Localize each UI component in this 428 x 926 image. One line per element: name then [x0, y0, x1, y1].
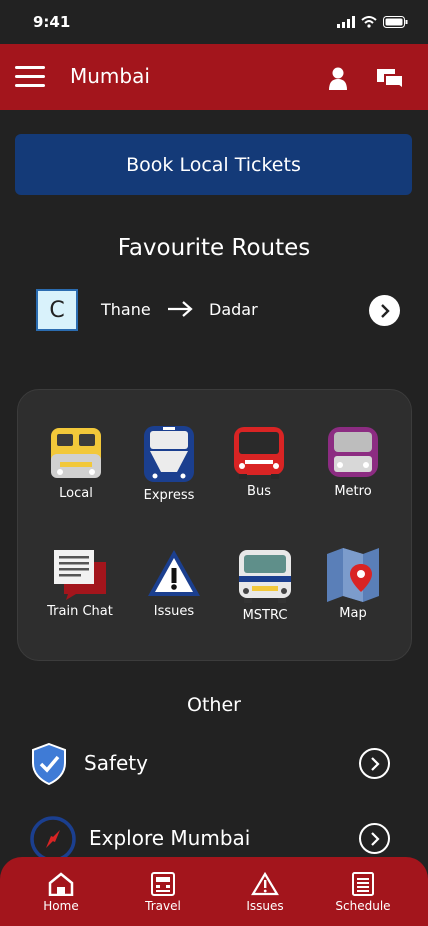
menu-button[interactable] — [15, 66, 45, 88]
route-line-badge: C — [36, 289, 78, 331]
chevron-right-icon — [380, 303, 390, 318]
row-label: Explore Mumbai — [89, 826, 251, 850]
arrow-right-icon — [168, 301, 193, 317]
chat-icon[interactable] — [376, 68, 404, 92]
nav-label: Issues — [246, 899, 284, 913]
schedule-icon — [352, 872, 374, 896]
other-title: Other — [187, 694, 241, 716]
route-from: Thane — [101, 300, 151, 319]
warning-icon — [251, 872, 279, 896]
nav-label: Schedule — [335, 899, 391, 913]
nav-label: Travel — [145, 899, 181, 913]
service-label: Metro — [334, 484, 372, 499]
service-label: MSTRC — [242, 608, 288, 623]
service-label: Train Chat — [47, 604, 113, 619]
nav-travel[interactable]: Travel — [123, 872, 203, 913]
chevron-right-icon — [370, 756, 380, 771]
hamburger-line — [15, 75, 45, 78]
shield-check-icon — [32, 743, 66, 785]
service-train-chat[interactable]: Train Chat — [35, 548, 125, 619]
other-item-explore-mumbai[interactable]: Explore Mumbai — [30, 816, 390, 862]
train-chat-icon — [54, 550, 106, 600]
nav-home[interactable]: Home — [21, 872, 101, 913]
route-to: Dadar — [209, 300, 258, 319]
city-title: Mumbai — [70, 64, 150, 88]
nav-schedule[interactable]: Schedule — [323, 872, 403, 913]
service-label: Issues — [153, 604, 195, 619]
hamburger-icon — [15, 66, 45, 69]
service-bus[interactable]: Bus — [214, 424, 304, 499]
row-open-button[interactable] — [359, 823, 390, 854]
local-train-icon — [51, 428, 101, 478]
status-time: 9:41 — [33, 13, 71, 31]
bottom-nav: Home Travel Issues Schedule — [0, 857, 428, 926]
metro-icon — [328, 427, 378, 477]
status-bar: 9:41 — [0, 0, 428, 44]
status-icons — [337, 16, 408, 28]
service-mstrc[interactable]: MSTRC — [220, 548, 310, 623]
hamburger-line — [15, 84, 45, 87]
warning-icon — [148, 550, 200, 596]
service-local[interactable]: Local — [31, 424, 121, 501]
book-local-tickets-button[interactable]: Book Local Tickets — [15, 134, 412, 195]
user-icon[interactable] — [327, 66, 349, 90]
app-header: Mumbai — [0, 44, 428, 110]
favourite-routes-title: Favourite Routes — [117, 235, 311, 261]
express-train-icon — [144, 426, 194, 482]
map-icon — [327, 548, 379, 602]
signal-icon — [337, 16, 355, 28]
travel-icon — [151, 872, 175, 896]
service-label: Local — [59, 486, 93, 501]
service-label: Bus — [247, 484, 271, 499]
home-icon — [48, 872, 74, 896]
wifi-icon — [361, 16, 377, 28]
battery-icon — [383, 16, 408, 28]
service-label: Map — [339, 606, 367, 621]
service-metro[interactable]: Metro — [308, 424, 398, 499]
nav-issues[interactable]: Issues — [225, 872, 305, 913]
bus-icon — [234, 427, 284, 479]
mstrc-bus-icon — [239, 550, 291, 603]
row-open-button[interactable] — [359, 748, 390, 779]
row-label: Safety — [84, 751, 148, 775]
service-map[interactable]: Map — [308, 548, 398, 621]
route-open-button[interactable] — [369, 295, 400, 326]
chevron-right-icon — [370, 831, 380, 846]
service-issues[interactable]: Issues — [129, 548, 219, 619]
service-express[interactable]: Express — [124, 424, 214, 503]
compass-icon — [30, 816, 76, 862]
other-item-safety[interactable]: Safety — [30, 741, 390, 787]
services-grid: Local Express Bus Metro Train Chat Issue… — [17, 389, 412, 661]
service-label: Express — [143, 488, 195, 503]
nav-label: Home — [43, 899, 79, 913]
